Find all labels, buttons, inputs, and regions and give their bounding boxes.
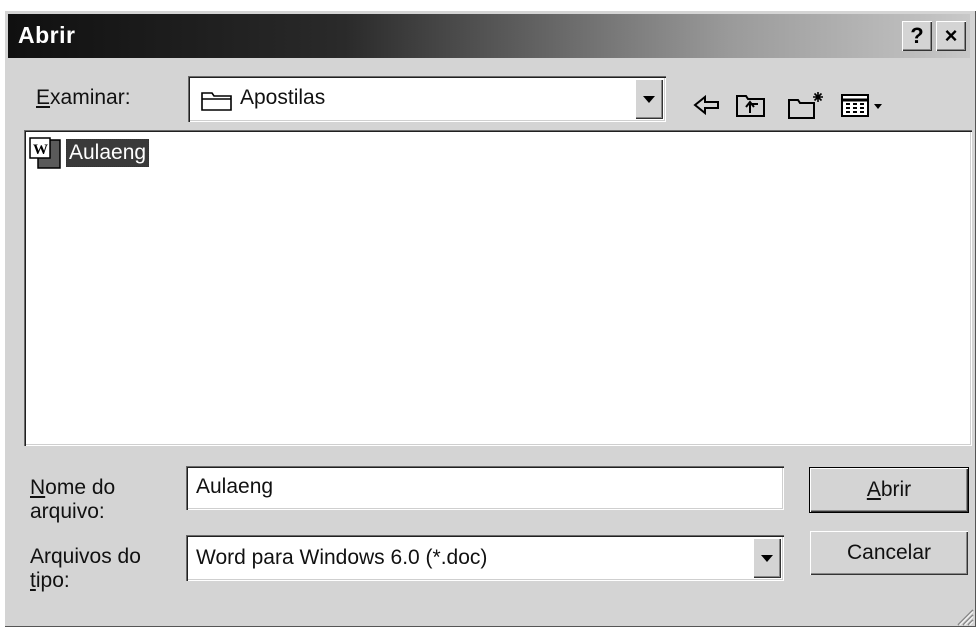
filename-mnemonic: N xyxy=(30,476,46,499)
new-folder-icon[interactable] xyxy=(786,90,826,120)
filename-value: Aulaeng xyxy=(196,475,274,498)
filetype-label-line1: Arquivos do xyxy=(30,545,141,568)
lookin-label: Examinar: xyxy=(36,86,131,110)
open-button[interactable]: Abrir xyxy=(810,468,968,512)
title-bar[interactable]: Abrir ? × xyxy=(8,14,970,58)
filetype-label: Arquivos do tipo: xyxy=(30,545,141,593)
up-one-level-icon[interactable] xyxy=(734,90,768,120)
resize-grip-icon[interactable] xyxy=(954,606,974,626)
open-mnemonic: A xyxy=(866,478,881,501)
back-arrow-icon[interactable] xyxy=(692,90,722,120)
lookin-combobox[interactable]: Apostilas xyxy=(188,76,666,122)
word-document-icon: W xyxy=(29,137,61,169)
filename-label: Nome do arquivo: xyxy=(30,476,115,524)
lookin-label-rest: xaminar: xyxy=(50,86,131,109)
filename-label-line1: ome do xyxy=(45,476,116,499)
open-button-label: brir xyxy=(880,478,912,501)
filename-label-line2: arquivo: xyxy=(30,500,105,523)
cancel-button[interactable]: Cancelar xyxy=(810,531,968,575)
folder-icon xyxy=(201,92,232,111)
lookin-dropdown-arrow[interactable] xyxy=(635,79,663,119)
file-name: Aulaeng xyxy=(66,139,150,167)
open-dialog: Abrir ? × Examinar: Apostilas W Aulaeng … xyxy=(4,10,976,627)
window-title: Abrir xyxy=(18,22,76,48)
filetype-combobox[interactable]: Word para Windows 6.0 (*.doc) xyxy=(186,535,784,581)
filetype-value: Word para Windows 6.0 (*.doc) xyxy=(196,546,488,569)
svg-text:W: W xyxy=(33,142,48,158)
filetype-dropdown-arrow[interactable] xyxy=(753,538,781,578)
close-button[interactable]: × xyxy=(936,21,966,51)
lookin-value: Apostilas xyxy=(240,86,326,109)
lookin-mnemonic: E xyxy=(36,86,51,109)
view-menu-icon[interactable] xyxy=(840,90,890,120)
help-button[interactable]: ? xyxy=(902,21,932,51)
filetype-label-line2: ipo: xyxy=(35,569,70,592)
filename-input[interactable]: Aulaeng xyxy=(186,466,784,510)
file-list[interactable] xyxy=(24,130,972,446)
